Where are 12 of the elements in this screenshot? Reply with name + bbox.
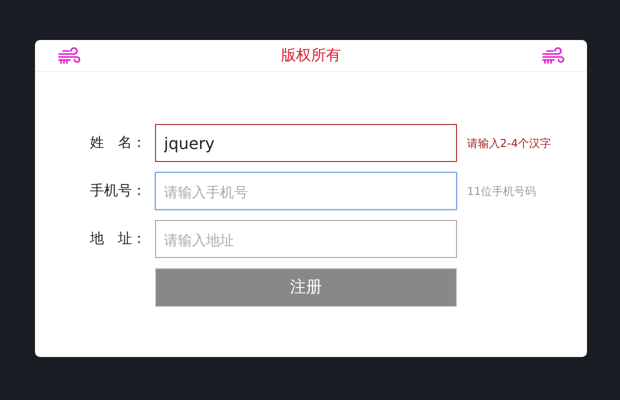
hint-text: 请输入2-4个汉字 [467,136,551,150]
input-field[interactable]: 请输入地址 [155,220,457,258]
header-title: 版权所有 [281,46,341,65]
input-field[interactable]: jquery [155,124,457,162]
wind-icon [57,46,81,66]
hint-text: 11位手机号码 [467,184,536,198]
wind-icon [541,46,565,66]
register-button[interactable]: 注册 [155,268,457,307]
input-field[interactable]: 请输入手机号 [155,172,457,210]
field-label: 姓 名： [90,134,147,152]
field-label: 手机号： [90,182,147,200]
field-label: 地 址： [90,230,147,248]
